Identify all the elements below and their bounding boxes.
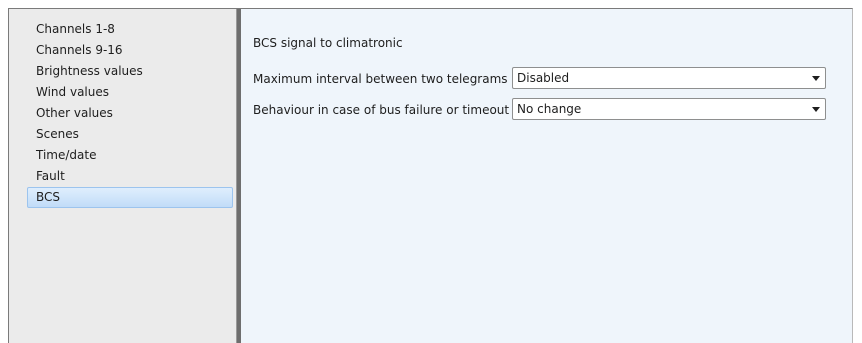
sidebar-item-channels-1-8[interactable]: Channels 1-8 [27,19,233,40]
max-interval-value: Disabled [517,71,570,85]
parameter-window: Channels 1-8 Channels 9-16 Brightness va… [8,8,853,343]
sidebar-item-time-date[interactable]: Time/date [27,145,233,166]
chevron-down-icon [812,76,820,81]
sidebar-item-wind-values[interactable]: Wind values [27,82,233,103]
sidebar-item-scenes[interactable]: Scenes [27,124,233,145]
max-interval-label: Maximum interval between two telegrams [253,72,508,86]
sidebar-item-fault[interactable]: Fault [27,166,233,187]
bus-failure-behaviour-value: No change [517,102,582,116]
sidebar-item-channels-9-16[interactable]: Channels 9-16 [27,40,233,61]
sidebar-item-brightness-values[interactable]: Brightness values [27,61,233,82]
parameter-panel: BCS signal to climatronic Maximum interv… [241,9,852,343]
section-title: BCS signal to climatronic [253,36,403,50]
sidebar: Channels 1-8 Channels 9-16 Brightness va… [9,9,236,343]
chevron-down-icon [812,107,820,112]
sidebar-item-other-values[interactable]: Other values [27,103,233,124]
max-interval-select[interactable]: Disabled [512,67,826,89]
bus-failure-behaviour-label: Behaviour in case of bus failure or time… [253,103,510,117]
sidebar-item-bcs[interactable]: BCS [27,187,233,208]
bus-failure-behaviour-select[interactable]: No change [512,98,826,120]
